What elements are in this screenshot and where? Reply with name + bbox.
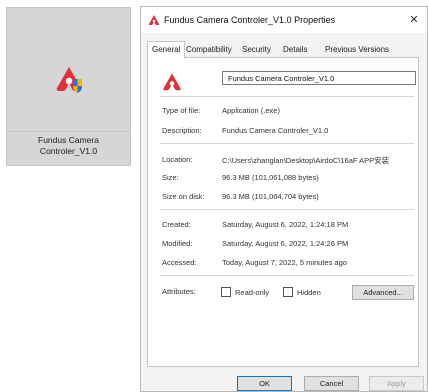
tab-details[interactable]: Details xyxy=(283,43,307,57)
title-bar[interactable]: Fundus Camera Controler_V1.0 Properties … xyxy=(141,7,427,33)
location-label: Location: xyxy=(162,155,193,164)
desktop-label-line1: Fundus Camera xyxy=(38,135,99,145)
cancel-button[interactable]: Cancel xyxy=(304,376,359,391)
accessed-value: Today, August 7, 2022, 5 minutes ago xyxy=(222,258,347,267)
hidden-label: Hidden xyxy=(297,288,321,297)
desktop-shortcut-label: Fundus Camera Controler_V1.0 xyxy=(6,132,131,166)
size-on-disk-value: 96.3 MB (101,064,704 bytes) xyxy=(222,192,319,201)
size-on-disk-label: Size on disk: xyxy=(162,192,205,201)
divider xyxy=(160,209,414,210)
readonly-label: Read-only xyxy=(235,288,270,297)
tab-previous-versions[interactable]: Previous Versions xyxy=(325,43,389,57)
location-value: C:\Users\zhanglan\Desktop\AirdoC\16aF AP… xyxy=(222,156,390,165)
close-icon: ✕ xyxy=(409,14,419,26)
divider xyxy=(160,143,414,144)
app-logo-shield-icon xyxy=(56,67,82,93)
file-name-input[interactable] xyxy=(222,71,416,85)
divider xyxy=(160,275,414,276)
accessed-label: Accessed: xyxy=(162,258,197,267)
desktop-shortcut[interactable]: Fundus Camera Controler_V1.0 xyxy=(6,7,131,166)
close-button[interactable]: ✕ xyxy=(405,11,423,29)
size-value: 96.3 MB (101,061,088 bytes) xyxy=(222,173,319,182)
desktop-shortcut-selection xyxy=(6,7,131,132)
properties-dialog: Fundus Camera Controler_V1.0 Properties … xyxy=(140,6,428,392)
size-label: Size: xyxy=(162,173,179,182)
apply-button[interactable]: Apply xyxy=(369,376,424,391)
advanced-button[interactable]: Advanced... xyxy=(352,285,414,300)
description-label: Description: xyxy=(162,126,202,135)
modified-label: Modified: xyxy=(162,239,193,248)
type-label: Type of file: xyxy=(162,106,201,115)
hidden-checkbox[interactable] xyxy=(283,287,293,297)
tab-general[interactable]: General xyxy=(147,41,186,58)
description-value: Fundus Camera Controler_V1.0 xyxy=(222,126,329,135)
readonly-checkbox[interactable] xyxy=(221,287,231,297)
attributes-label: Attributes: xyxy=(162,287,196,296)
general-panel: Type of file: Application (.exe) Descrip… xyxy=(147,57,419,367)
created-value: Saturday, August 6, 2022, 1:24:18 PM xyxy=(222,220,349,229)
app-logo-icon xyxy=(148,15,160,25)
created-label: Created: xyxy=(162,220,191,229)
type-value: Application (.exe) xyxy=(222,106,280,115)
modified-value: Saturday, August 6, 2022, 1:24:26 PM xyxy=(222,239,349,248)
tab-compatibility[interactable]: Compatibility xyxy=(186,43,232,57)
desktop-label-line2: Controler_V1.0 xyxy=(39,146,98,156)
dialog-title: Fundus Camera Controler_V1.0 Properties xyxy=(164,15,336,25)
tab-security[interactable]: Security xyxy=(242,43,271,57)
file-app-icon xyxy=(163,73,181,91)
divider xyxy=(160,96,414,97)
ok-button[interactable]: OK xyxy=(237,376,292,391)
